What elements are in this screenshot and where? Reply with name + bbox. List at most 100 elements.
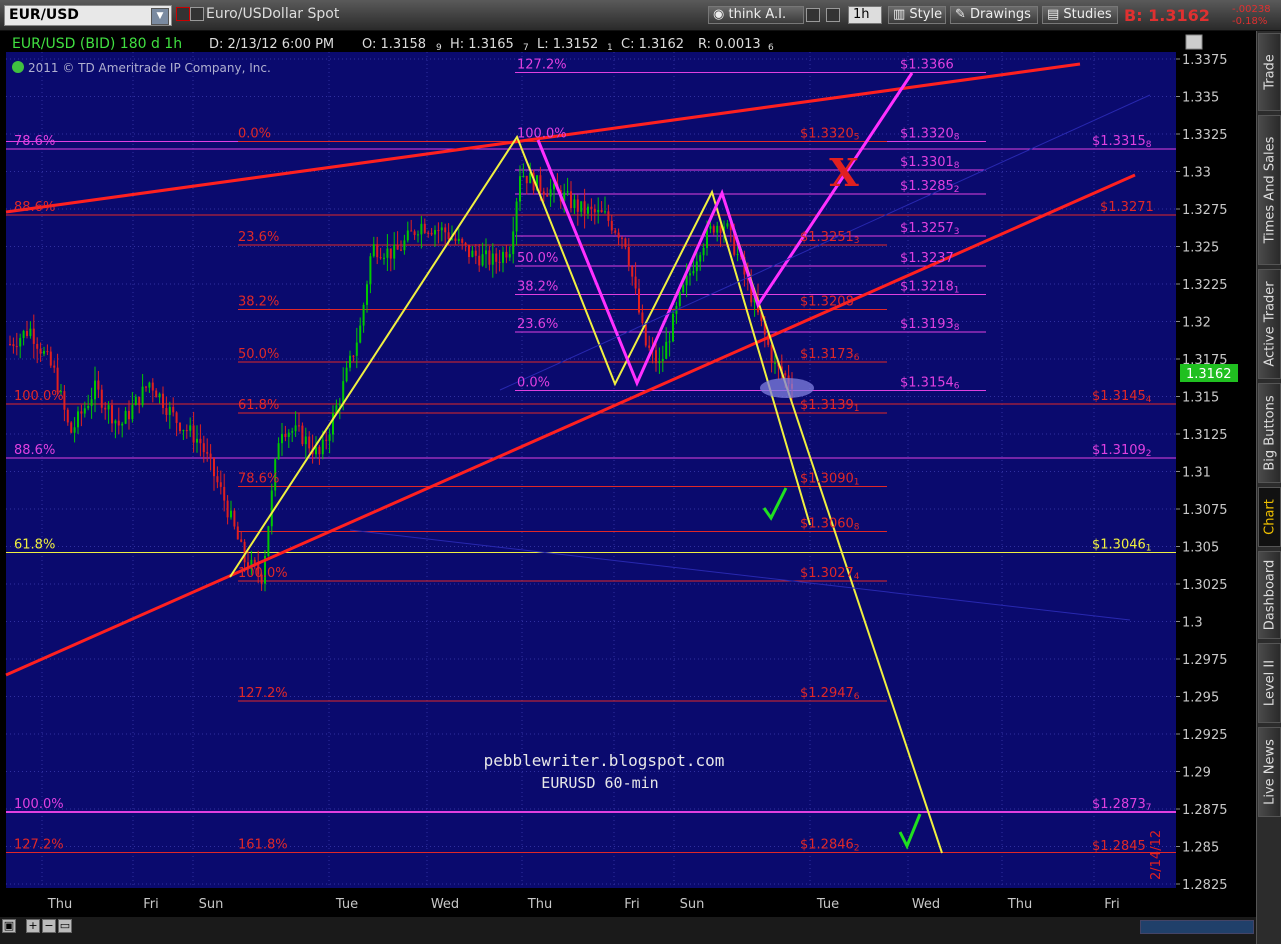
candle-body	[383, 257, 385, 259]
fib-percent-label: 127.2%	[14, 838, 64, 853]
y-tick-label: 1.2925	[1182, 728, 1228, 743]
zoom-box-icon[interactable]: ▭	[58, 919, 72, 933]
zoom-out-icon[interactable]: −	[42, 919, 56, 933]
candle-body	[318, 446, 321, 455]
level-price-sub: 5	[854, 133, 860, 143]
fib-percent-label: 127.2%	[238, 686, 288, 701]
sidebar-tab-big-buttons[interactable]: Big Buttons	[1258, 383, 1281, 483]
candle-body	[417, 234, 419, 236]
x-tick-label: Fri	[143, 897, 159, 912]
candle-body	[151, 382, 154, 391]
candle-body	[434, 230, 436, 235]
candle-body	[502, 251, 504, 263]
y-tick-label: 1.3125	[1182, 428, 1228, 443]
sidebar-tab-active-trader[interactable]: Active Trader	[1258, 269, 1281, 379]
level-price-label: $1.31092	[1092, 443, 1152, 459]
candle-body	[695, 261, 698, 272]
candle-body	[189, 425, 192, 431]
candle-body	[621, 237, 623, 239]
price-chart[interactable]: $1.3366 $1.33205 $1.33208 $1.33158 $1.33018 $…	[0, 0, 1256, 917]
candle-body	[49, 351, 52, 366]
candle-body	[19, 337, 22, 347]
candle-body	[175, 412, 178, 423]
fib-percent-label: 78.6%	[14, 134, 55, 149]
candle-body	[573, 199, 576, 209]
candle-body	[66, 409, 69, 423]
level-price-label: $1.30274	[800, 566, 860, 582]
sidebar-tab-live-news[interactable]: Live News	[1258, 727, 1281, 817]
candle-body	[468, 245, 470, 257]
candle-body	[702, 247, 705, 256]
sidebar-tab-label: Live News	[1262, 739, 1277, 805]
sidebar-tab-chart[interactable]: Chart	[1258, 487, 1281, 547]
sidebar-tab-level-ii[interactable]: Level II	[1258, 643, 1281, 723]
candle-body	[124, 410, 127, 424]
candle-body	[158, 393, 161, 398]
sidebar-tab-label: Times And Sales	[1262, 136, 1277, 244]
candle-body	[770, 344, 773, 363]
y-tick-label: 1.335	[1182, 91, 1219, 106]
chart-title: pebblewriter.blogspot.com	[484, 751, 725, 770]
x-tick-label: Fri	[624, 897, 640, 912]
level-price-label: $1.31938	[900, 317, 960, 333]
y-tick-label: 1.295	[1182, 691, 1219, 706]
candle-body	[87, 405, 90, 409]
candle-body	[196, 438, 198, 443]
candle-body	[362, 304, 365, 326]
y-tick-label: 1.3225	[1182, 278, 1228, 293]
sidebar-tab-dashboard[interactable]: Dashboard	[1258, 551, 1281, 639]
level-price-sub: 8	[954, 161, 960, 171]
candle-body	[423, 223, 426, 233]
candle-body	[216, 476, 219, 483]
candle-body	[355, 342, 358, 356]
candle-body	[80, 411, 83, 414]
fib-percent-label: 0.0%	[517, 376, 550, 391]
candle-body	[219, 482, 222, 487]
candle-body	[393, 244, 396, 259]
zoom-in-icon[interactable]: +	[26, 919, 40, 933]
fib-percent-label: 127.2%	[517, 58, 567, 73]
level-price-label: $1.3366	[900, 58, 954, 73]
level-price-label: $1.32181	[900, 280, 960, 296]
level-price-label: $1.33158	[1092, 134, 1152, 150]
y-tick-label: 1.3325	[1182, 128, 1228, 143]
camera-icon[interactable]	[1185, 34, 1203, 50]
scroll-icon[interactable]: ▣	[2, 919, 16, 933]
horizontal-scrollbar[interactable]	[1140, 920, 1254, 934]
candle-body	[349, 355, 351, 368]
candle-body	[270, 490, 273, 527]
chart-date: D: 2/13/12 6:00 PM	[209, 37, 334, 52]
candle-body	[570, 191, 572, 209]
candle-body	[610, 220, 613, 231]
candle-body	[413, 231, 416, 236]
candle-body	[138, 396, 141, 406]
sidebar-tab-trade[interactable]: Trade	[1258, 33, 1281, 111]
candle-body	[12, 344, 15, 347]
level-price-label: $1.2845	[1092, 839, 1146, 854]
level-price-sub: 6	[854, 692, 860, 702]
candle-body	[627, 246, 630, 267]
candle-body	[63, 391, 66, 410]
sidebar-tab-label: Dashboard	[1262, 559, 1277, 631]
info-icon[interactable]	[12, 61, 24, 73]
candle-body	[209, 453, 212, 459]
candle-body	[206, 452, 209, 454]
candle-body	[301, 425, 304, 445]
candle-body	[114, 420, 117, 424]
candle-body	[784, 373, 787, 376]
candle-body	[522, 175, 525, 177]
candle-body	[488, 250, 491, 265]
candle-body	[9, 344, 11, 345]
sidebar-tab-times-and-sales[interactable]: Times And Sales	[1258, 115, 1281, 265]
candle-body	[134, 396, 137, 406]
candle-body	[491, 253, 494, 265]
candle-body	[736, 254, 739, 256]
candle-body	[345, 367, 348, 382]
candle-body	[369, 256, 372, 285]
candle-body	[100, 389, 103, 408]
candle-body	[165, 408, 168, 415]
candle-body	[471, 250, 474, 257]
fib-percent-label: 61.8%	[238, 398, 279, 413]
candle-body	[447, 232, 450, 240]
candle-body	[406, 230, 409, 241]
